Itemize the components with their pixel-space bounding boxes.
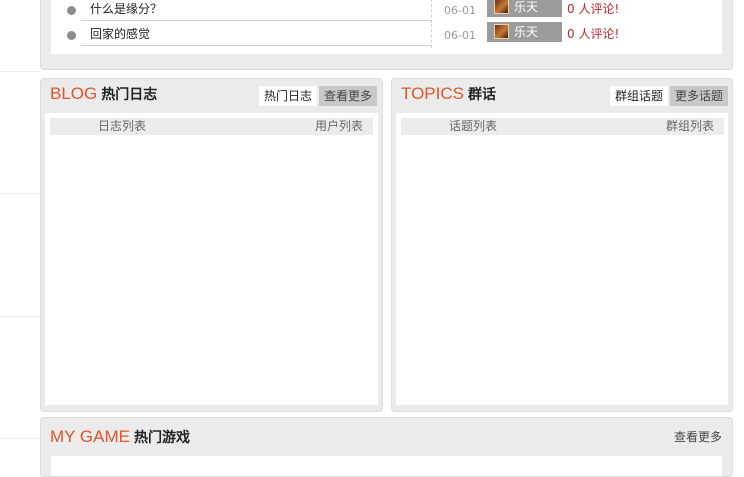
latest-posts-panel: 什么是缘分？ 06-01 乐天 0 人评论! 回家的感觉 06-01 乐天 0 … [40, 0, 733, 70]
topics-content: 话题列表 群组列表 [396, 113, 728, 405]
tab-hot-blogs[interactable]: 热门日志 [259, 86, 318, 106]
post-author[interactable]: 乐天 [487, 0, 562, 17]
list-item: 什么是缘分？ 06-01 乐天 0 人评论! [51, 0, 722, 23]
blog-title-zh: 热门日志 [101, 87, 158, 103]
blog-panel: BLOG 热门日志 热门日志 查看更多 日志列表 用户列表 [40, 78, 383, 412]
blog-list-header: 日志列表 用户列表 [50, 118, 373, 135]
latest-posts-list: 什么是缘分？ 06-01 乐天 0 人评论! 回家的感觉 06-01 乐天 0 … [51, 0, 722, 54]
game-panel-title: MY GAME 热门游戏 [50, 427, 190, 448]
game-view-more-link[interactable]: 查看更多 [674, 428, 722, 445]
tab-group-topics[interactable]: 群组话题 [610, 86, 669, 106]
topic-list-link[interactable]: 话题列表 [449, 118, 497, 135]
blog-title-en: BLOG [50, 84, 98, 103]
background-divider [0, 71, 40, 72]
game-panel: MY GAME 热门游戏 查看更多 [40, 417, 733, 477]
group-list-link[interactable]: 群组列表 [666, 118, 714, 135]
tab-view-more[interactable]: 查看更多 [319, 86, 378, 106]
avatar[interactable] [494, 24, 509, 39]
comment-count-link[interactable]: 0 人评论! [567, 0, 619, 19]
game-content [51, 456, 722, 476]
post-title-link[interactable]: 什么是缘分？ [81, 0, 431, 21]
author-name[interactable]: 乐天 [514, 22, 538, 42]
post-date: 06-01 [444, 4, 476, 17]
topics-title-zh: 群话 [467, 87, 496, 103]
blog-list-link[interactable]: 日志列表 [98, 118, 146, 135]
author-name[interactable]: 乐天 [514, 0, 538, 17]
post-date: 06-01 [444, 29, 476, 42]
background-divider [0, 193, 40, 194]
game-title-zh: 热门游戏 [133, 430, 190, 446]
avatar[interactable] [494, 0, 509, 14]
blog-content: 日志列表 用户列表 [45, 113, 378, 405]
user-list-link[interactable]: 用户列表 [315, 118, 363, 135]
bullet-icon [67, 31, 76, 40]
background-divider [0, 438, 40, 439]
list-item: 回家的感觉 06-01 乐天 0 人评论! [51, 22, 722, 48]
post-author[interactable]: 乐天 [487, 22, 562, 42]
comment-count-link[interactable]: 0 人评论! [567, 24, 619, 44]
topics-list-header: 话题列表 群组列表 [401, 118, 724, 135]
topics-panel-title: TOPICS 群话 [401, 84, 496, 105]
bullet-icon [67, 6, 76, 15]
divider [431, 24, 432, 48]
tab-more-topics[interactable]: 更多话题 [670, 86, 729, 106]
topics-panel: TOPICS 群话 群组话题 更多话题 话题列表 群组列表 [391, 78, 733, 412]
blog-panel-title: BLOG 热门日志 [50, 84, 157, 105]
divider [431, 0, 432, 23]
topics-title-en: TOPICS [401, 84, 464, 103]
game-title-en: MY GAME [50, 427, 130, 446]
background-divider [0, 316, 40, 317]
post-title-link[interactable]: 回家的感觉 [81, 24, 431, 46]
